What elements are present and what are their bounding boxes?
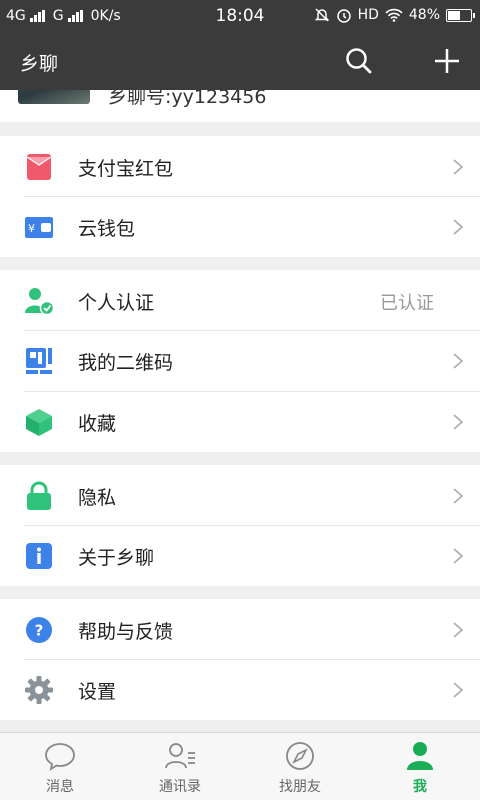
page-title: 乡聊	[20, 53, 59, 75]
red-envelope-icon	[26, 154, 52, 180]
bottom-nav: 消息 通讯录 找朋友 我	[0, 732, 480, 800]
nav-label: 通讯录	[159, 779, 201, 795]
menu-item-label: 云钱包	[78, 218, 136, 240]
chevron-right-icon	[453, 414, 464, 430]
chevron-right-icon	[453, 622, 464, 638]
battery-icon	[446, 8, 475, 22]
chevron-right-icon	[453, 353, 464, 369]
menu-item-label: 关于乡聊	[78, 547, 155, 569]
profile-card[interactable]: 乡聊号:yy123456	[0, 90, 480, 122]
hd-indicator: HD	[357, 7, 379, 23]
menu-item-cloud-wallet[interactable]: ¥ 云钱包	[0, 196, 480, 257]
nav-label: 消息	[46, 779, 74, 795]
menu-item-label: 收藏	[78, 413, 117, 435]
menu-group-privacy: 隐私 关于乡聊	[0, 465, 480, 586]
verification-status: 已认证	[380, 293, 434, 314]
compass-icon	[286, 742, 314, 770]
chevron-right-icon	[453, 219, 464, 235]
battery-percent: 48%	[408, 7, 440, 23]
menu-item-label: 设置	[78, 681, 117, 703]
menu-group-payment: 支付宝红包 ¥ 云钱包	[0, 136, 480, 257]
gear-icon	[25, 676, 53, 704]
status-bar: 4G G 0K/s 18:04 HD 48%	[0, 0, 480, 32]
chevron-right-icon	[453, 548, 464, 564]
menu-item-favorites[interactable]: 收藏	[0, 391, 480, 452]
add-icon[interactable]	[432, 46, 462, 76]
wifi-icon	[385, 8, 403, 22]
nav-label: 我	[413, 779, 427, 795]
chevron-right-icon	[453, 488, 464, 504]
chevron-right-icon	[453, 159, 464, 175]
menu-group-identity: 个人认证 已认证 我的二维码 收藏	[0, 270, 480, 452]
svg-text:?: ?	[35, 622, 44, 640]
menu-item-settings[interactable]: 设置	[0, 659, 480, 720]
avatar	[18, 90, 90, 104]
nav-label: 找朋友	[279, 779, 321, 795]
menu-item-verification[interactable]: 个人认证 已认证	[0, 270, 480, 331]
battery-level	[448, 10, 460, 20]
app-bar: 乡聊	[0, 32, 480, 90]
menu-item-alipay-red-envelope[interactable]: 支付宝红包	[0, 136, 480, 197]
nav-tab-me[interactable]: 我	[360, 733, 480, 800]
menu-item-qr-code[interactable]: 我的二维码	[0, 330, 480, 391]
menu-item-label: 支付宝红包	[78, 158, 174, 180]
menu-item-label: 我的二维码	[78, 352, 174, 374]
menu-item-privacy[interactable]: 隐私	[0, 465, 480, 526]
mute-bell-icon	[314, 8, 329, 22]
search-icon[interactable]	[344, 46, 374, 76]
menu-group-support: ? 帮助与反馈 设置	[0, 599, 480, 720]
menu-item-help-feedback[interactable]: ? 帮助与反馈	[0, 599, 480, 660]
nav-tab-find-friends[interactable]: 找朋友	[240, 733, 360, 800]
chevron-right-icon	[453, 682, 464, 698]
qr-code-icon	[26, 348, 52, 374]
verified-user-icon	[25, 288, 54, 316]
nav-tab-contacts[interactable]: 通讯录	[120, 733, 240, 800]
menu-item-label: 隐私	[78, 487, 117, 509]
menu-item-label: 个人认证	[78, 292, 155, 314]
svg-text:¥: ¥	[28, 222, 35, 235]
me-icon	[407, 742, 433, 770]
alarm-icon	[336, 9, 351, 23]
account-id: 乡聊号:yy123456	[108, 90, 267, 108]
menu-item-label: 帮助与反馈	[78, 621, 174, 643]
favorites-cube-icon	[26, 409, 52, 436]
menu-item-about[interactable]: 关于乡聊	[0, 525, 480, 586]
message-icon	[45, 743, 75, 771]
contacts-icon	[165, 743, 195, 769]
lock-icon	[27, 481, 51, 510]
nav-tab-messages[interactable]: 消息	[0, 733, 120, 800]
help-icon: ?	[26, 617, 52, 643]
info-icon	[26, 543, 52, 569]
wallet-icon: ¥	[25, 217, 53, 238]
